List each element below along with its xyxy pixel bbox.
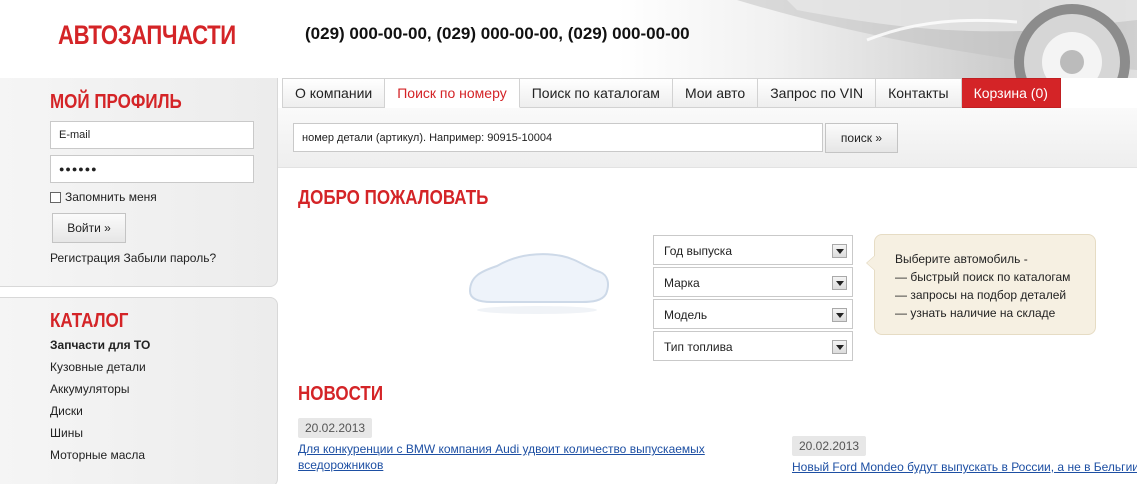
login-button[interactable]: Войти » xyxy=(52,213,126,243)
password-field[interactable]: ●●●●●● xyxy=(50,155,254,183)
remember-label: Запомнить меня xyxy=(65,190,157,204)
catalog-panel: КАТАЛОГ Запчасти для ТО Кузовные детали … xyxy=(0,297,278,484)
tab-about[interactable]: О компании xyxy=(282,78,386,108)
brand-select[interactable]: Марка xyxy=(653,267,853,297)
register-link[interactable]: Регистрация xyxy=(50,251,120,265)
tab-my-cars[interactable]: Мои авто xyxy=(672,78,759,108)
forgot-password-link[interactable]: Забыли пароль? xyxy=(124,251,217,265)
main-tabs: О компании Поиск по номеру Поиск по ката… xyxy=(282,78,1061,108)
news-date: 20.02.2013 xyxy=(298,418,373,438)
catalog-item-body-parts[interactable]: Кузовные детали xyxy=(50,360,150,382)
brand-select-label: Марка xyxy=(664,276,700,290)
news-link[interactable]: Для конкуренции с BMW компания Audi удво… xyxy=(298,441,728,473)
header-phones: (029) 000-00-00, (029) 000-00-00, (029) … xyxy=(305,24,690,43)
car-silhouette-icon xyxy=(462,246,612,321)
fuel-select[interactable]: Тип топлива xyxy=(653,331,853,361)
catalog-item-tires[interactable]: Шины xyxy=(50,426,150,448)
part-number-input[interactable]: номер детали (артикул). Например: 90915-… xyxy=(293,123,823,152)
tab-search-catalogs[interactable]: Поиск по каталогам xyxy=(519,78,673,108)
tab-search-by-number[interactable]: Поиск по номеру xyxy=(385,78,520,108)
catalog-item-engine-oils[interactable]: Моторные масла xyxy=(50,448,150,470)
tab-contacts[interactable]: Контакты xyxy=(876,78,962,108)
model-select-label: Модель xyxy=(664,308,708,322)
search-button[interactable]: поиск » xyxy=(825,123,898,153)
model-select[interactable]: Модель xyxy=(653,299,853,329)
auth-links: Регистрация Забыли пароль? xyxy=(50,251,216,265)
news-link[interactable]: Новый Ford Mondeo будут выпускать в Росс… xyxy=(792,459,1137,475)
header: АВТОЗАПЧАСТИ (029) 000-00-00, (029) 000-… xyxy=(0,0,1137,78)
email-field[interactable]: E-mail xyxy=(50,121,254,149)
year-select-label: Год выпуска xyxy=(664,244,732,258)
tip-line: Выберите автомобиль - xyxy=(895,252,1028,266)
car-selector: Год выпуска Марка Модель Тип топлива xyxy=(653,235,853,363)
fuel-select-label: Тип топлива xyxy=(664,340,733,354)
chevron-down-icon[interactable] xyxy=(832,308,847,322)
chevron-down-icon[interactable] xyxy=(832,276,847,290)
tab-cart[interactable]: Корзина (0) xyxy=(961,78,1061,108)
chevron-down-icon[interactable] xyxy=(832,244,847,258)
site-logo[interactable]: АВТОЗАПЧАСТИ xyxy=(58,20,236,51)
news-title: НОВОСТИ xyxy=(298,383,384,405)
tab-vin-request[interactable]: Запрос по VIN xyxy=(758,78,877,108)
chevron-down-icon[interactable] xyxy=(832,340,847,354)
remember-checkbox[interactable] xyxy=(50,191,61,203)
profile-title: МОЙ ПРОФИЛЬ xyxy=(50,91,182,113)
tip-line: — узнать наличие на складе xyxy=(895,306,1056,320)
welcome-title: ДОБРО ПОЖАЛОВАТЬ xyxy=(298,187,489,209)
tip-line: — запросы на подбор деталей xyxy=(895,288,1067,302)
search-bar: номер детали (артикул). Например: 90915-… xyxy=(278,108,1137,168)
tip-line: — быстрый поиск по каталогам xyxy=(895,270,1071,284)
catalog-item-wheels[interactable]: Диски xyxy=(50,404,150,426)
header-car-image xyxy=(617,0,1137,78)
remember-me[interactable]: Запомнить меня xyxy=(50,190,157,204)
profile-panel: МОЙ ПРОФИЛЬ E-mail ●●●●●● Запомнить меня… xyxy=(0,78,278,287)
year-select[interactable]: Год выпуска xyxy=(653,235,853,265)
catalog-title: КАТАЛОГ xyxy=(50,310,129,332)
catalog-item-maintenance-parts[interactable]: Запчасти для ТО xyxy=(50,338,150,360)
news-date: 20.02.2013 xyxy=(792,436,867,456)
selector-tip: Выберите автомобиль - — быстрый поиск по… xyxy=(866,234,1096,335)
catalog-item-batteries[interactable]: Аккумуляторы xyxy=(50,382,150,404)
catalog-list: Запчасти для ТО Кузовные детали Аккумуля… xyxy=(50,338,150,470)
